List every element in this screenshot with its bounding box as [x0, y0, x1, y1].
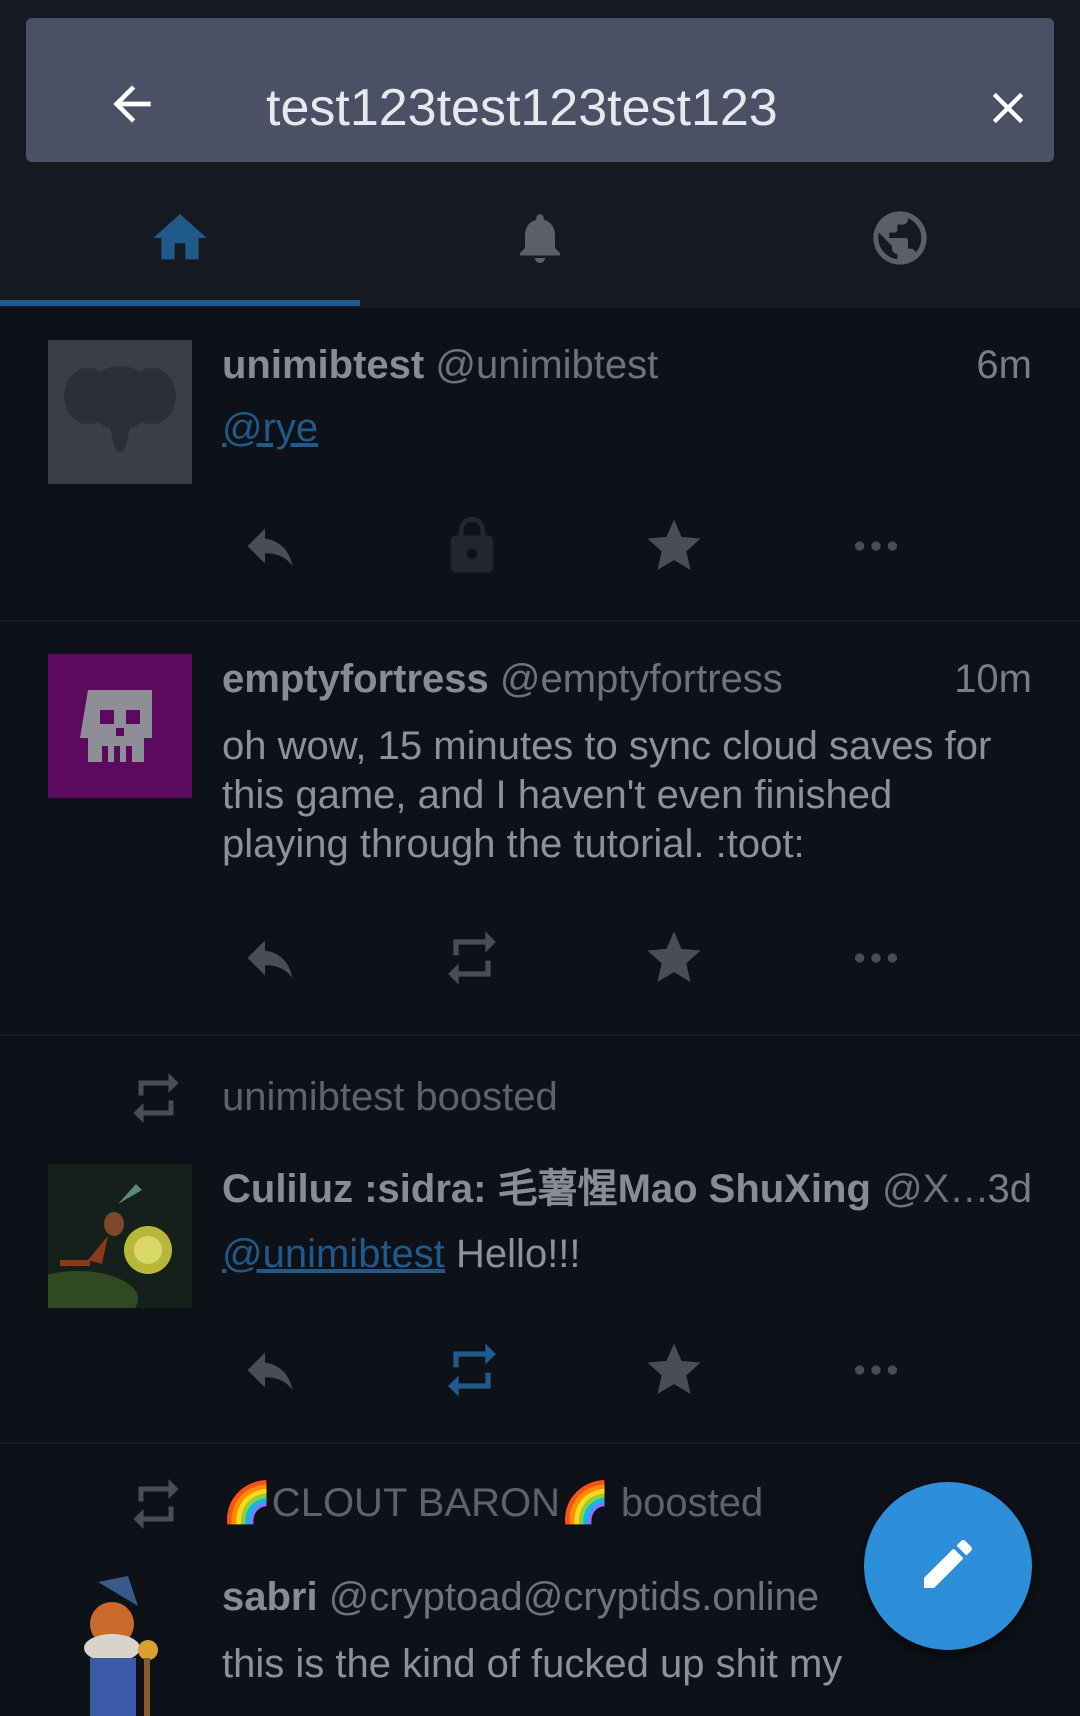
- status-actions: [230, 1330, 950, 1410]
- avatar[interactable]: [48, 1164, 192, 1308]
- more-icon[interactable]: [836, 918, 916, 998]
- display-name[interactable]: sabri: [222, 1575, 318, 1619]
- content-text: Hello!!!: [444, 1232, 581, 1276]
- back-arrow-icon[interactable]: [104, 76, 160, 132]
- display-name[interactable]: unimibtest: [222, 343, 424, 387]
- mention-link[interactable]: @unimibtest: [222, 1232, 445, 1276]
- lock-icon: [432, 506, 512, 586]
- pencil-icon: [916, 1532, 980, 1601]
- reply-icon[interactable]: [230, 918, 310, 998]
- star-icon[interactable]: [634, 506, 714, 586]
- reply-icon[interactable]: [230, 506, 310, 586]
- status-actions: [230, 918, 950, 998]
- boost-icon-active[interactable]: [432, 1330, 512, 1410]
- status-item[interactable]: unimibtest @unimibtest 6m @rye: [0, 308, 1080, 622]
- avatar[interactable]: [48, 1572, 192, 1716]
- tab-home[interactable]: [0, 200, 360, 280]
- status-header: emptyfortress @emptyfortress: [222, 652, 783, 706]
- bell-icon: [510, 206, 570, 275]
- status-item[interactable]: unimibtest boosted Culiluz :sidra: 毛薯惺Ma…: [0, 1036, 1080, 1444]
- search-input[interactable]: test123test123test123: [266, 78, 778, 138]
- handle: @emptyfortress: [499, 657, 783, 701]
- home-icon: [148, 206, 212, 275]
- status-actions: [230, 506, 950, 586]
- handle: @X…: [882, 1167, 990, 1211]
- status-header: sabri @cryptoad@cryptids.online: [222, 1570, 819, 1624]
- more-icon[interactable]: [836, 1330, 916, 1410]
- more-icon[interactable]: [836, 506, 916, 586]
- status-content: @rye: [222, 404, 1022, 453]
- handle: @unimibtest: [435, 343, 659, 387]
- tab-indicator: [0, 300, 360, 306]
- timestamp: 10m: [954, 657, 1032, 701]
- boosted-by[interactable]: unimibtest boosted: [222, 1070, 558, 1124]
- globe-icon: [868, 206, 932, 275]
- boost-icon: [126, 1474, 186, 1534]
- handle: @cryptoad@cryptids.online: [328, 1575, 820, 1619]
- tab-federated[interactable]: [720, 200, 1080, 280]
- top-bar: test123test123test123: [0, 0, 1080, 308]
- status-header: Culiluz :sidra: 毛薯惺Mao ShuXing @X…: [222, 1162, 989, 1216]
- display-name[interactable]: emptyfortress: [222, 657, 489, 701]
- avatar[interactable]: [48, 340, 192, 484]
- status-content: oh wow, 15 minutes to sync cloud saves f…: [222, 724, 992, 866]
- boosted-by[interactable]: 🌈CLOUT BARON🌈 boosted: [222, 1476, 763, 1530]
- tab-notifications[interactable]: [360, 200, 720, 280]
- status-header: unimibtest @unimibtest: [222, 338, 658, 392]
- avatar[interactable]: [48, 654, 192, 798]
- close-icon[interactable]: [982, 82, 1034, 134]
- status-content: @unimibtest Hello!!!: [222, 1230, 1022, 1279]
- search-bar: test123test123test123: [26, 18, 1054, 162]
- status-item[interactable]: emptyfortress @emptyfortress 10m oh wow,…: [0, 622, 1080, 1036]
- timestamp: 3d: [987, 1167, 1033, 1211]
- star-icon[interactable]: [634, 1330, 714, 1410]
- status-content: this is the kind of fucked up shit my: [222, 1642, 843, 1686]
- timestamp: 6m: [976, 343, 1032, 387]
- boost-icon[interactable]: [432, 918, 512, 998]
- compose-button[interactable]: [864, 1482, 1032, 1650]
- boost-icon: [126, 1068, 186, 1128]
- star-icon[interactable]: [634, 918, 714, 998]
- display-name[interactable]: Culiluz :sidra: 毛薯惺Mao ShuXing: [222, 1167, 871, 1211]
- mention-link[interactable]: @rye: [222, 406, 318, 450]
- reply-icon[interactable]: [230, 1330, 310, 1410]
